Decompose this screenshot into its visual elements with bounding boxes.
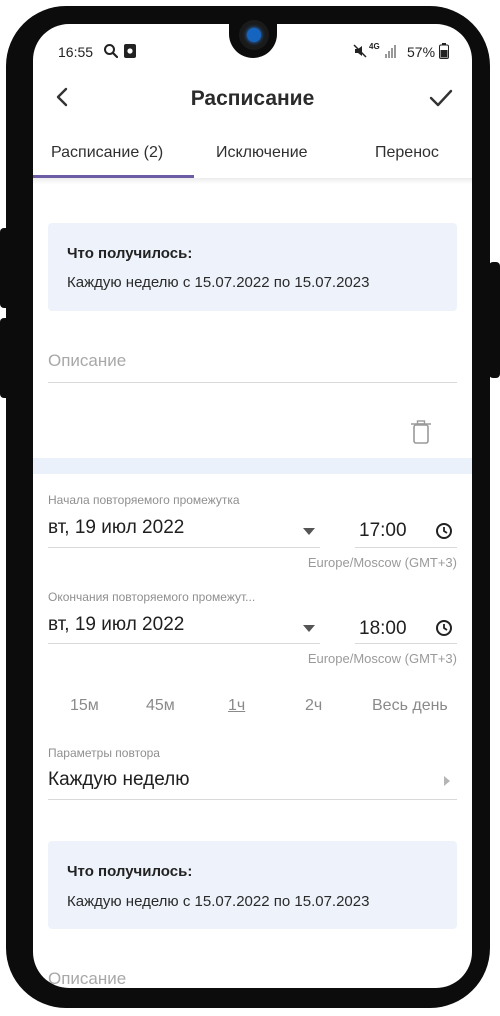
- trash-icon: [411, 420, 431, 444]
- screen: 16:55 4G 57% Расписание Расписание (2) И…: [33, 24, 472, 988]
- duration-15m[interactable]: 15м: [70, 697, 99, 715]
- result-card-title: Что получилось:: [67, 245, 193, 262]
- clock-icon[interactable]: [435, 619, 453, 642]
- end-label: Окончания повторяемого промежут...: [48, 590, 256, 604]
- caret-down-icon[interactable]: [303, 523, 315, 541]
- phone-side-button: [489, 262, 500, 378]
- phone-side-button: [0, 228, 10, 308]
- repeat-underline: [48, 799, 457, 800]
- section-divider: [33, 458, 472, 474]
- description-field[interactable]: Описание: [48, 351, 126, 371]
- end-date-underline: [48, 643, 320, 644]
- mute-icon: [353, 44, 367, 63]
- end-time-underline: [355, 643, 457, 644]
- duration-1h[interactable]: 1ч: [228, 697, 245, 715]
- status-time: 16:55: [58, 44, 94, 60]
- start-time-input[interactable]: 17:00: [359, 520, 407, 542]
- result-card-text: Каждую неделю с 15.07.2022 по 15.07.2023: [67, 893, 370, 910]
- end-time-input[interactable]: 18:00: [359, 618, 407, 640]
- duration-45m[interactable]: 45м: [146, 697, 175, 715]
- battery-icon: [439, 43, 449, 64]
- duration-all-day[interactable]: Весь день: [372, 697, 448, 715]
- save-button[interactable]: [426, 83, 456, 113]
- duration-2h[interactable]: 2ч: [305, 697, 322, 715]
- caret-right-icon[interactable]: [444, 773, 450, 791]
- network-type: 4G: [369, 42, 380, 51]
- start-time-underline: [355, 547, 457, 548]
- camera-lens: [247, 28, 261, 42]
- description-underline: [48, 382, 457, 383]
- start-date-underline: [48, 547, 320, 548]
- repeat-select[interactable]: Каждую неделю: [48, 769, 189, 791]
- start-timezone: Europe/Moscow (GMT+3): [307, 555, 457, 570]
- tab-exception[interactable]: Исключение: [216, 144, 308, 162]
- tab-transfer[interactable]: Перенос: [375, 144, 439, 162]
- result-card-text: Каждую неделю с 15.07.2022 по 15.07.2023: [67, 274, 370, 291]
- end-timezone: Europe/Moscow (GMT+3): [307, 651, 457, 666]
- tab-schedule[interactable]: Расписание (2): [51, 144, 163, 162]
- check-icon: [429, 89, 453, 107]
- result-card: Что получилось: Каждую неделю с 15.07.20…: [48, 841, 457, 929]
- delete-button[interactable]: [409, 420, 433, 446]
- phone-side-button: [0, 318, 10, 398]
- end-date-select[interactable]: вт, 19 июл 2022: [48, 614, 184, 636]
- notification-icon: [123, 43, 137, 64]
- caret-down-icon[interactable]: [303, 620, 315, 638]
- description-field[interactable]: Описание: [48, 969, 126, 988]
- clock-icon[interactable]: [435, 522, 453, 545]
- result-card-title: Что получилось:: [67, 863, 193, 880]
- start-label: Начала повторяемого промежутка: [48, 493, 240, 507]
- battery-percent: 57%: [407, 44, 436, 60]
- search-icon: [103, 43, 119, 64]
- signal-icon: [385, 44, 397, 63]
- page-title: Расписание: [190, 87, 315, 110]
- result-card: Что получилось: Каждую неделю с 15.07.20…: [48, 223, 457, 311]
- start-date-select[interactable]: вт, 19 июл 2022: [48, 517, 184, 539]
- tab-bar-shadow: [33, 178, 472, 184]
- repeat-label: Параметры повтора: [48, 746, 160, 760]
